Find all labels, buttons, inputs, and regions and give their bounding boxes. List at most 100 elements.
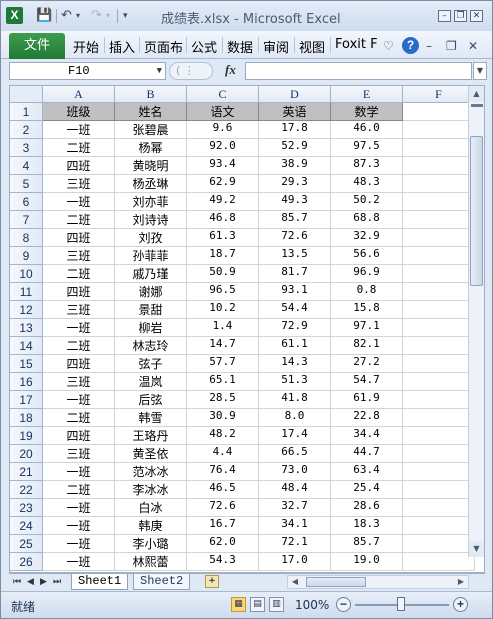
row-header[interactable]: 7 <box>10 211 43 229</box>
grid-cell[interactable]: 三班 <box>43 175 115 193</box>
grid-cell[interactable]: 18.3 <box>331 517 403 535</box>
grid-cell[interactable]: 一班 <box>43 517 115 535</box>
row-header[interactable]: 20 <box>10 445 43 463</box>
grid-cell[interactable]: 杨幂 <box>115 139 187 157</box>
grid-cell[interactable]: 97.1 <box>331 319 403 337</box>
zoom-level[interactable]: 100% <box>295 598 329 612</box>
grid-cell[interactable]: 25.4 <box>331 481 403 499</box>
row-header[interactable]: 19 <box>10 427 43 445</box>
grid-cell[interactable]: 二班 <box>43 265 115 283</box>
grid-cell[interactable] <box>403 319 475 337</box>
grid-cell[interactable]: 87.3 <box>331 157 403 175</box>
first-sheet-icon[interactable]: ⏮ <box>13 575 21 590</box>
horizontal-scrollbar[interactable]: ◀ ▶ <box>287 575 469 589</box>
row-header[interactable]: 17 <box>10 391 43 409</box>
grid-cell[interactable]: 二班 <box>43 409 115 427</box>
tab-review[interactable]: 审阅 <box>263 37 289 56</box>
column-title-cell[interactable] <box>403 103 475 121</box>
grid-cell[interactable]: 孙菲菲 <box>115 247 187 265</box>
grid-cell[interactable]: 82.1 <box>331 337 403 355</box>
last-sheet-icon[interactable]: ⏭ <box>53 575 61 590</box>
grid-cell[interactable]: 72.1 <box>259 535 331 553</box>
grid-cell[interactable]: 19.0 <box>331 553 403 571</box>
grid-cell[interactable]: 后弦 <box>115 391 187 409</box>
workbook-restore-icon[interactable]: ❐ <box>446 37 457 55</box>
tab-foxit[interactable]: Foxit F <box>335 37 378 52</box>
grid-cell[interactable]: 18.7 <box>187 247 259 265</box>
grid-cell[interactable]: 李小璐 <box>115 535 187 553</box>
grid-cell[interactable]: 四班 <box>43 283 115 301</box>
zoom-out-icon[interactable]: − <box>336 597 351 612</box>
grid-cell[interactable]: 温岚 <box>115 373 187 391</box>
scroll-thumb[interactable] <box>470 136 483 286</box>
grid-cell[interactable] <box>403 265 475 283</box>
grid-cell[interactable]: 72.9 <box>259 319 331 337</box>
grid-cell[interactable]: 93.4 <box>187 157 259 175</box>
scroll-left-arrow-icon[interactable]: ◀ <box>288 576 302 588</box>
grid-cell[interactable]: 二班 <box>43 139 115 157</box>
grid-cell[interactable]: 57.7 <box>187 355 259 373</box>
grid-cell[interactable]: 63.4 <box>331 463 403 481</box>
tab-insert[interactable]: 插入 <box>109 37 135 56</box>
grid-cell[interactable]: 三班 <box>43 445 115 463</box>
sheet-tab-1[interactable]: Sheet1 <box>71 574 129 590</box>
grid-cell[interactable]: 17.0 <box>259 553 331 571</box>
grid-cell[interactable] <box>403 427 475 445</box>
grid-cell[interactable]: 刘诗诗 <box>115 211 187 229</box>
grid-cell[interactable] <box>403 247 475 265</box>
grid-cell[interactable]: 61.9 <box>331 391 403 409</box>
row-header[interactable]: 5 <box>10 175 43 193</box>
grid-cell[interactable]: 28.5 <box>187 391 259 409</box>
grid-cell[interactable]: 二班 <box>43 481 115 499</box>
scroll-down-arrow-icon[interactable]: ▼ <box>469 541 484 557</box>
grid-cell[interactable]: 谢娜 <box>115 283 187 301</box>
grid-cell[interactable]: 48.4 <box>259 481 331 499</box>
grid-cell[interactable]: 16.7 <box>187 517 259 535</box>
redo-dropdown-icon[interactable]: ▾ <box>106 7 110 25</box>
redo-icon[interactable]: ↷ <box>91 7 102 25</box>
prev-sheet-icon[interactable]: ◀ <box>27 575 34 590</box>
row-header[interactable]: 4 <box>10 157 43 175</box>
grid-cell[interactable]: 17.8 <box>259 121 331 139</box>
grid-cell[interactable] <box>403 157 475 175</box>
grid-cell[interactable]: 一班 <box>43 535 115 553</box>
row-header[interactable]: 12 <box>10 301 43 319</box>
insert-sheet-icon[interactable]: + <box>205 575 219 588</box>
column-title-cell[interactable]: 姓名 <box>115 103 187 121</box>
tab-formulas[interactable]: 公式 <box>191 37 217 56</box>
column-header-e[interactable]: E <box>331 86 403 103</box>
grid-cell[interactable]: 29.3 <box>259 175 331 193</box>
grid-cell[interactable]: 二班 <box>43 337 115 355</box>
row-header[interactable]: 21 <box>10 463 43 481</box>
sheet-tab-2[interactable]: Sheet2 <box>133 574 191 590</box>
grid-cell[interactable]: 韩雪 <box>115 409 187 427</box>
row-header[interactable]: 1 <box>10 103 43 121</box>
grid-cell[interactable]: 林熙蕾 <box>115 553 187 571</box>
grid-cell[interactable]: 97.5 <box>331 139 403 157</box>
tab-home[interactable]: 开始 <box>73 37 99 56</box>
grid-cell[interactable]: 戚乃瑾 <box>115 265 187 283</box>
grid-cell[interactable]: 41.8 <box>259 391 331 409</box>
grid-cell[interactable]: 62.9 <box>187 175 259 193</box>
grid-cell[interactable]: 四班 <box>43 355 115 373</box>
customize-toolbar-icon[interactable]: ▾ <box>123 7 128 25</box>
grid-cell[interactable]: 46.0 <box>331 121 403 139</box>
minimize-ribbon-icon[interactable]: ♡ <box>383 37 394 55</box>
row-header[interactable]: 9 <box>10 247 43 265</box>
grid-cell[interactable] <box>403 193 475 211</box>
grid-cell[interactable]: 一班 <box>43 391 115 409</box>
zoom-in-icon[interactable]: + <box>453 597 468 612</box>
grid-cell[interactable]: 61.1 <box>259 337 331 355</box>
grid-cell[interactable]: 93.1 <box>259 283 331 301</box>
tab-view[interactable]: 视图 <box>299 37 325 56</box>
column-title-cell[interactable]: 班级 <box>43 103 115 121</box>
row-header[interactable]: 26 <box>10 553 43 571</box>
grid-cell[interactable]: 弦子 <box>115 355 187 373</box>
workbook-minimize-icon[interactable]: – <box>426 37 432 55</box>
save-icon[interactable]: 💾 <box>36 7 52 25</box>
grid-cell[interactable]: 51.3 <box>259 373 331 391</box>
grid-cell[interactable]: 13.5 <box>259 247 331 265</box>
row-header[interactable]: 13 <box>10 319 43 337</box>
column-header-d[interactable]: D <box>259 86 331 103</box>
grid-cell[interactable]: 54.4 <box>259 301 331 319</box>
